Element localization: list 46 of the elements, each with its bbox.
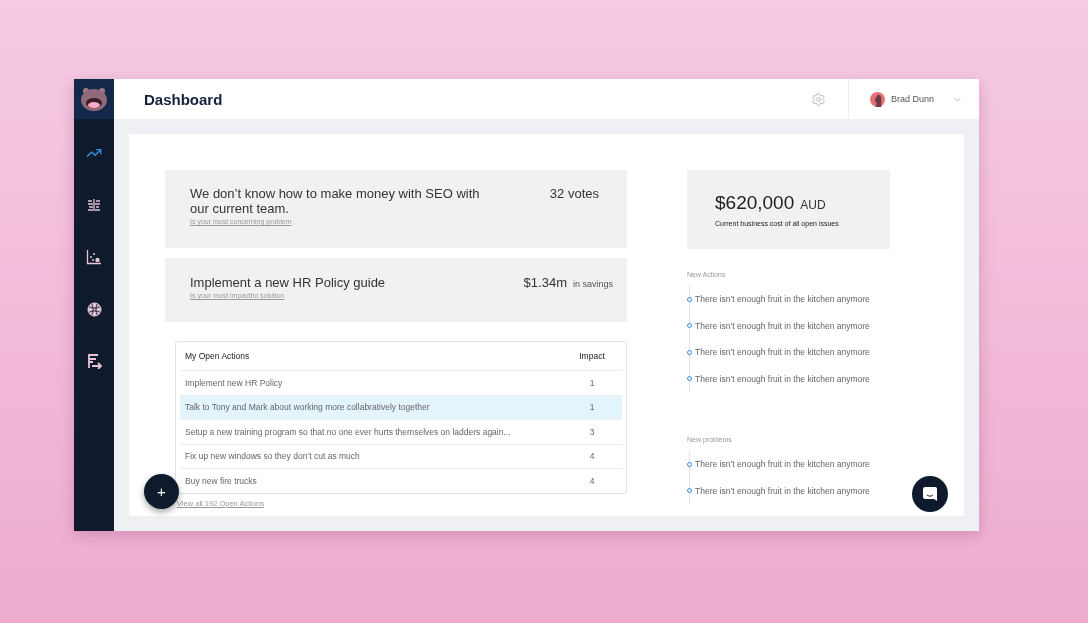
figure-unit: in savings: [572, 279, 613, 289]
user-menu[interactable]: Brad Dunn: [847, 79, 979, 119]
table-row[interactable]: Buy new fire trucks 4: [180, 468, 622, 493]
feed-item-text: There isn’t enough fruit in the kitchen anymore: [695, 347, 870, 358]
table-cell-text: 3: [588, 426, 596, 437]
feed-item-text: There isn’t enough fruit in the kitchen anymore: [695, 320, 870, 331]
table-row[interactable]: Setup a new training program so that no one ever hurts themselves on ladders again... 3: [180, 419, 622, 444]
highlight-text: We don’t know how to make money with SEO with our current team.: [190, 186, 480, 216]
table-cell-text: 1: [588, 377, 596, 388]
table-cell-text: Setup a new training program so that no one ever hurts themselves on ladders again...: [184, 426, 512, 437]
user-name: Brad Dunn: [890, 94, 934, 104]
timeline-dot: [687, 296, 692, 302]
page-title: Dashboard: [144, 90, 224, 108]
timeline-dot: [687, 488, 692, 494]
highlight-figure: 32 votes: [549, 186, 599, 201]
chat-icon: [922, 486, 938, 502]
scatter-plot-icon: [86, 249, 102, 265]
avatar-icon: [869, 91, 885, 107]
timeline-dot: [687, 349, 692, 355]
table-cell-text: 4: [588, 451, 596, 462]
hippo-logo-icon: [80, 86, 108, 112]
table-row[interactable]: Fix up new windows so they don’t cut as much 4: [180, 443, 622, 468]
table-row[interactable]: Talk to Tony and Mark about working more collabratively together 1: [180, 394, 622, 419]
table-cell-text: Buy new fire trucks: [184, 475, 258, 486]
highlight-text: Implement a new HR Policy guide: [190, 275, 387, 290]
timeline-dot: [687, 323, 692, 329]
column-header: My Open Actions: [184, 351, 251, 361]
feed-item-text: There isn’t enough fruit in the kitchen anymore: [695, 459, 870, 470]
list-icon: [87, 198, 101, 212]
table-row[interactable]: Implement new HR Policy 1: [180, 370, 622, 395]
table-cell-text: Talk to Tony and Mark about working more collabratively together: [184, 402, 431, 413]
table-cell-text: Fix up new windows so they don’t cut as much: [184, 451, 361, 462]
cost-amount: $620,000: [715, 192, 795, 214]
table-cell-text: 4: [588, 475, 596, 486]
ball-icon: [86, 301, 102, 317]
feed-item-text: There isn’t enough fruit in the kitchen anymore: [695, 373, 870, 384]
highlight-figure: $1.34m: [523, 275, 567, 290]
table-cell-text: 1: [588, 402, 596, 413]
route-icon: [86, 353, 102, 369]
timeline-dot: [687, 461, 692, 467]
feed-item-text: There isn’t enough fruit in the kitchen anymore: [695, 485, 870, 496]
table-cell-text: Implement new HR Policy: [184, 377, 284, 388]
feed-item-text: There isn’t enough fruit in the kitchen anymore: [695, 294, 870, 305]
column-header: Impact: [578, 351, 606, 361]
currency-label: AUD: [800, 198, 826, 212]
timeline-dot: [687, 376, 692, 382]
